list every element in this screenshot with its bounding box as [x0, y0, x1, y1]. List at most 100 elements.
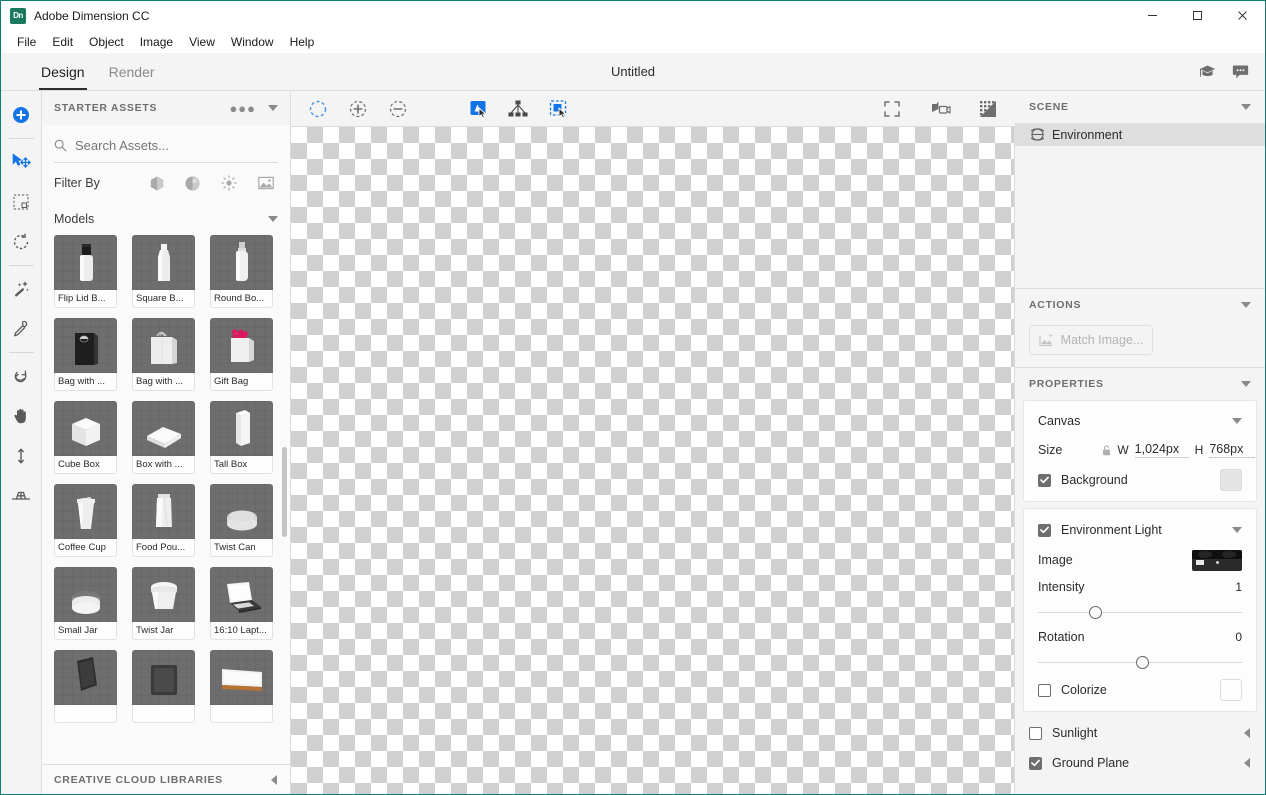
asset-card[interactable]: Square B...	[132, 235, 195, 308]
selection-marquee-icon[interactable]	[305, 96, 331, 122]
minimize-button[interactable]	[1130, 1, 1175, 30]
asset-card[interactable]: Flip Lid B...	[54, 235, 117, 308]
more-options-icon[interactable]: ●●●	[229, 101, 256, 116]
models-group-row[interactable]: Models	[54, 203, 278, 235]
background-checkbox[interactable]	[1038, 473, 1051, 487]
select-group-icon[interactable]	[505, 96, 531, 122]
environment-light-checkbox[interactable]	[1038, 523, 1051, 537]
orbit-tool[interactable]	[1, 356, 42, 396]
feedback-icon[interactable]	[1232, 63, 1249, 80]
maximize-button[interactable]	[1175, 1, 1220, 30]
asset-card[interactable]	[132, 650, 195, 723]
intensity-slider[interactable]	[1038, 599, 1242, 625]
round-bottle-shape	[235, 242, 248, 281]
models-grid-wrapper[interactable]: Flip Lid B... Square B... Round Bo... Ba…	[42, 235, 290, 764]
asset-label: Twist Jar	[132, 622, 195, 640]
select-similar-icon[interactable]	[545, 96, 571, 122]
chevron-down-icon[interactable]	[1232, 526, 1242, 534]
asset-card[interactable]: 16:10 Lapt...	[210, 567, 273, 640]
colorize-checkbox[interactable]	[1038, 683, 1051, 697]
menu-window[interactable]: Window	[223, 32, 282, 52]
asset-card[interactable]	[54, 650, 117, 723]
horizon-tool[interactable]	[1, 476, 42, 516]
menu-file[interactable]: File	[9, 32, 44, 52]
right-panel: SCENE Environment ACTIONS Match Image...…	[1015, 91, 1265, 794]
background-color-swatch[interactable]	[1220, 469, 1242, 491]
width-input[interactable]: 1,024px	[1134, 442, 1189, 458]
models-filter-icon[interactable]	[150, 176, 164, 191]
asset-card[interactable]: Gift Bag	[210, 318, 273, 391]
magic-wand-tool[interactable]	[1, 269, 42, 309]
chevron-left-icon[interactable]	[1244, 728, 1251, 738]
intensity-slider-handle[interactable]	[1089, 605, 1102, 619]
menu-edit[interactable]: Edit	[44, 32, 81, 52]
chevron-down-icon[interactable]	[1241, 380, 1251, 388]
menu-object[interactable]: Object	[81, 32, 132, 52]
tab-render[interactable]: Render	[97, 53, 167, 90]
ground-plane-checkbox[interactable]	[1029, 756, 1042, 770]
menu-image[interactable]: Image	[132, 32, 181, 52]
rotate-tool[interactable]	[1, 222, 42, 262]
chevron-down-icon[interactable]	[1232, 417, 1242, 425]
select-object-icon[interactable]	[465, 96, 491, 122]
dolly-tool[interactable]	[1, 436, 42, 476]
scale-tool[interactable]	[1, 182, 42, 222]
add-to-selection-icon[interactable]	[345, 96, 371, 122]
chevron-left-icon[interactable]	[1244, 758, 1251, 768]
cube-box-shape	[71, 418, 100, 446]
environment-image-thumbnail[interactable]	[1192, 549, 1242, 571]
asset-card[interactable]: Box with ...	[132, 401, 195, 474]
creative-cloud-libraries-panel[interactable]: CREATIVE CLOUD LIBRARIES	[42, 764, 290, 794]
ground-plane-row[interactable]: Ground Plane	[1015, 748, 1265, 778]
chevron-left-icon[interactable]	[271, 774, 278, 785]
scene-item-environment[interactable]: Environment	[1015, 123, 1265, 146]
asset-card[interactable]: Small Jar	[54, 567, 117, 640]
fit-to-screen-icon[interactable]	[879, 96, 905, 122]
asset-card[interactable]: Twist Jar	[132, 567, 195, 640]
lights-filter-icon[interactable]	[221, 175, 237, 191]
chevron-down-icon[interactable]	[268, 104, 278, 112]
learn-icon[interactable]	[1199, 63, 1216, 80]
title-bar: Dn Adobe Dimension CC	[1, 1, 1265, 30]
asset-card[interactable]: Twist Can	[210, 484, 273, 557]
images-filter-icon[interactable]	[258, 176, 274, 190]
rotation-slider[interactable]	[1038, 649, 1242, 675]
canvas-row[interactable]: Canvas	[1024, 407, 1256, 435]
asset-thumbnail	[54, 484, 117, 539]
colorize-color-swatch[interactable]	[1220, 679, 1242, 701]
select-move-tool[interactable]	[1, 142, 42, 182]
viewport-canvas[interactable]	[291, 127, 1015, 794]
assets-scrollbar[interactable]	[282, 447, 287, 537]
asset-card[interactable]: Bag with ...	[54, 318, 117, 391]
chevron-down-icon[interactable]	[1241, 301, 1251, 309]
lock-aspect-icon[interactable]	[1102, 444, 1111, 456]
chevron-down-icon[interactable]	[1241, 103, 1251, 111]
sunlight-row[interactable]: Sunlight	[1015, 718, 1265, 748]
hand-tool[interactable]	[1, 396, 42, 436]
menu-view[interactable]: View	[181, 32, 223, 52]
sunlight-checkbox[interactable]	[1029, 726, 1042, 740]
asset-card[interactable]: Coffee Cup	[54, 484, 117, 557]
chevron-down-icon[interactable]	[268, 215, 278, 223]
eyedropper-tool[interactable]	[1, 309, 42, 349]
asset-card[interactable]: Tall Box	[210, 401, 273, 474]
asset-card[interactable]: Round Bo...	[210, 235, 273, 308]
search-input[interactable]	[75, 138, 278, 153]
materials-filter-icon[interactable]	[185, 176, 200, 191]
close-button[interactable]	[1220, 1, 1265, 30]
height-input[interactable]: 768px	[1209, 442, 1256, 458]
menu-help[interactable]: Help	[282, 32, 323, 52]
rotation-slider-handle[interactable]	[1135, 655, 1149, 669]
render-preview-icon[interactable]	[975, 96, 1001, 122]
asset-card[interactable]: Bag with ...	[132, 318, 195, 391]
add-object-tool[interactable]	[1, 95, 42, 135]
intensity-value[interactable]: 1	[1235, 580, 1242, 594]
rotation-value[interactable]: 0	[1235, 630, 1242, 644]
camera-bookmarks-icon[interactable]	[927, 96, 953, 122]
subtract-from-selection-icon[interactable]	[385, 96, 411, 122]
tab-design[interactable]: Design	[29, 53, 97, 90]
asset-card[interactable]: Food Pou...	[132, 484, 195, 557]
match-image-button[interactable]: Match Image...	[1029, 325, 1153, 355]
asset-card[interactable]: Cube Box	[54, 401, 117, 474]
asset-card[interactable]	[210, 650, 273, 723]
